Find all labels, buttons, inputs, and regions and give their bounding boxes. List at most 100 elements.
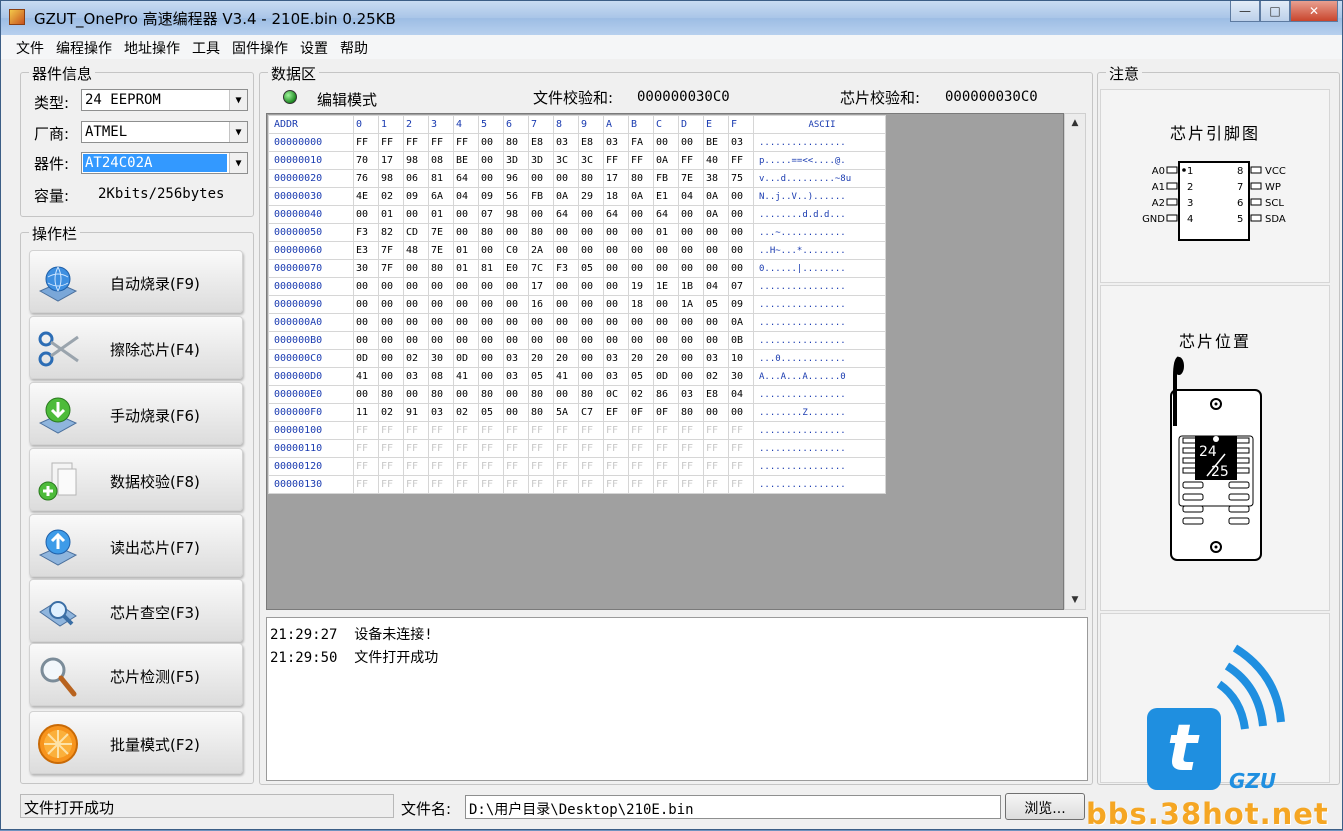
- hex-byte-cell[interactable]: 7E: [678, 169, 704, 188]
- hex-byte-cell[interactable]: 04: [678, 187, 704, 206]
- hex-byte-cell[interactable]: 80: [428, 259, 454, 278]
- hex-byte-cell[interactable]: 64: [453, 169, 479, 188]
- hex-byte-cell[interactable]: FF: [528, 457, 554, 476]
- hex-byte-cell[interactable]: FF: [703, 457, 729, 476]
- hex-byte-cell[interactable]: 08: [428, 151, 454, 170]
- hex-byte-cell[interactable]: FA: [628, 133, 654, 152]
- hex-byte-cell[interactable]: 03: [603, 133, 629, 152]
- hex-byte-cell[interactable]: 80: [503, 133, 529, 152]
- hex-editor[interactable]: ADDR 0 1 2 3 4 5 6 7 8 9 A B C D E F ASCII 00000000 FF FF FF…: [266, 113, 1064, 610]
- hex-byte-cell[interactable]: 09: [728, 295, 754, 314]
- hex-byte-cell[interactable]: FF: [728, 457, 754, 476]
- hex-byte-cell[interactable]: 02: [628, 385, 654, 404]
- hex-byte-cell[interactable]: 03: [428, 403, 454, 422]
- hex-byte-cell[interactable]: 00: [553, 223, 579, 242]
- hex-byte-cell[interactable]: 00: [353, 205, 379, 224]
- hex-byte-cell[interactable]: 03: [728, 133, 754, 152]
- hex-byte-cell[interactable]: FF: [628, 457, 654, 476]
- scroll-up-icon[interactable]: ▲: [1065, 114, 1085, 132]
- hex-byte-cell[interactable]: BE: [453, 151, 479, 170]
- hex-byte-cell[interactable]: 00: [703, 313, 729, 332]
- hex-byte-cell[interactable]: FF: [378, 475, 404, 494]
- hex-byte-cell[interactable]: FF: [678, 439, 704, 458]
- hex-byte-cell[interactable]: E1: [653, 187, 679, 206]
- hex-byte-cell[interactable]: FF: [353, 439, 379, 458]
- hex-byte-cell[interactable]: 00: [703, 223, 729, 242]
- erase-chip-button[interactable]: 擦除芯片(F4): [29, 316, 243, 379]
- hex-byte-cell[interactable]: 00: [378, 367, 404, 386]
- hex-ascii-cell[interactable]: ................: [753, 439, 886, 458]
- menu-tools[interactable]: 工具: [186, 35, 226, 59]
- hex-byte-cell[interactable]: 75: [728, 169, 754, 188]
- hex-byte-cell[interactable]: 00: [478, 295, 504, 314]
- verify-data-button[interactable]: 数据校验(F8): [29, 448, 243, 511]
- hex-byte-cell[interactable]: 00: [403, 259, 429, 278]
- hex-byte-cell[interactable]: 18: [603, 187, 629, 206]
- hex-byte-cell[interactable]: 2A: [528, 241, 554, 260]
- hex-byte-cell[interactable]: E8: [703, 385, 729, 404]
- hex-byte-cell[interactable]: 1A: [678, 295, 704, 314]
- hex-byte-cell[interactable]: 0A: [728, 313, 754, 332]
- hex-byte-cell[interactable]: 00: [678, 331, 704, 350]
- hex-byte-cell[interactable]: FF: [653, 475, 679, 494]
- hex-byte-cell[interactable]: 19: [628, 277, 654, 296]
- hex-byte-cell[interactable]: FF: [553, 421, 579, 440]
- hex-byte-cell[interactable]: 0D: [453, 349, 479, 368]
- hex-ascii-cell[interactable]: N..j..V..)......: [753, 187, 886, 206]
- hex-byte-cell[interactable]: 00: [403, 331, 429, 350]
- log-panel[interactable]: 21:29:27 设备未连接! 21:29:50 文件打开成功: [266, 617, 1088, 781]
- hex-byte-cell[interactable]: FF: [403, 133, 429, 152]
- hex-byte-cell[interactable]: 03: [603, 367, 629, 386]
- menu-file[interactable]: 文件: [10, 35, 50, 59]
- hex-byte-cell[interactable]: 02: [453, 403, 479, 422]
- hex-byte-cell[interactable]: FF: [728, 439, 754, 458]
- hex-byte-cell[interactable]: 00: [353, 277, 379, 296]
- hex-byte-cell[interactable]: FF: [653, 457, 679, 476]
- hex-byte-cell[interactable]: FF: [553, 457, 579, 476]
- hex-byte-cell[interactable]: 20: [653, 349, 679, 368]
- hex-byte-cell[interactable]: 86: [653, 385, 679, 404]
- hex-byte-cell[interactable]: 00: [553, 277, 579, 296]
- hex-byte-cell[interactable]: 00: [703, 241, 729, 260]
- chevron-down-icon[interactable]: ▼: [229, 122, 247, 142]
- hex-byte-cell[interactable]: 00: [653, 313, 679, 332]
- hex-byte-cell[interactable]: 00: [578, 241, 604, 260]
- hex-byte-cell[interactable]: FF: [703, 439, 729, 458]
- hex-byte-cell[interactable]: 80: [478, 385, 504, 404]
- hex-byte-cell[interactable]: 76: [353, 169, 379, 188]
- maximize-button[interactable]: □: [1260, 1, 1290, 22]
- title-bar[interactable]: GZUT_OnePro 高速编程器 V3.4 - 210E.bin 0.25KB…: [1, 1, 1342, 35]
- hex-byte-cell[interactable]: 05: [628, 367, 654, 386]
- hex-byte-cell[interactable]: 00: [453, 277, 479, 296]
- hex-byte-cell[interactable]: FF: [628, 439, 654, 458]
- hex-byte-cell[interactable]: 98: [503, 205, 529, 224]
- blank-check-button[interactable]: 芯片查空(F3): [29, 579, 243, 642]
- hex-byte-cell[interactable]: BE: [703, 133, 729, 152]
- hex-byte-cell[interactable]: 00: [478, 349, 504, 368]
- hex-byte-cell[interactable]: 30: [353, 259, 379, 278]
- hex-byte-cell[interactable]: FF: [403, 439, 429, 458]
- hex-scrollbar[interactable]: ▲ ▼: [1064, 113, 1086, 610]
- hex-byte-cell[interactable]: 03: [703, 349, 729, 368]
- hex-byte-cell[interactable]: F3: [353, 223, 379, 242]
- hex-byte-cell[interactable]: 00: [578, 313, 604, 332]
- hex-byte-cell[interactable]: C0: [503, 241, 529, 260]
- hex-byte-cell[interactable]: FF: [728, 151, 754, 170]
- hex-byte-cell[interactable]: 11: [353, 403, 379, 422]
- hex-byte-cell[interactable]: 00: [553, 169, 579, 188]
- hex-byte-cell[interactable]: FF: [553, 439, 579, 458]
- hex-byte-cell[interactable]: FF: [503, 421, 529, 440]
- hex-byte-cell[interactable]: 00: [478, 169, 504, 188]
- hex-byte-cell[interactable]: 00: [453, 313, 479, 332]
- hex-byte-cell[interactable]: 00: [503, 223, 529, 242]
- hex-byte-cell[interactable]: 03: [678, 385, 704, 404]
- hex-byte-cell[interactable]: FF: [453, 457, 479, 476]
- hex-byte-cell[interactable]: FF: [728, 421, 754, 440]
- hex-byte-cell[interactable]: 64: [653, 205, 679, 224]
- hex-byte-cell[interactable]: FF: [453, 475, 479, 494]
- hex-byte-cell[interactable]: 3C: [553, 151, 579, 170]
- hex-byte-cell[interactable]: 7F: [378, 259, 404, 278]
- hex-byte-cell[interactable]: 4E: [353, 187, 379, 206]
- hex-byte-cell[interactable]: FF: [403, 475, 429, 494]
- hex-byte-cell[interactable]: 03: [503, 367, 529, 386]
